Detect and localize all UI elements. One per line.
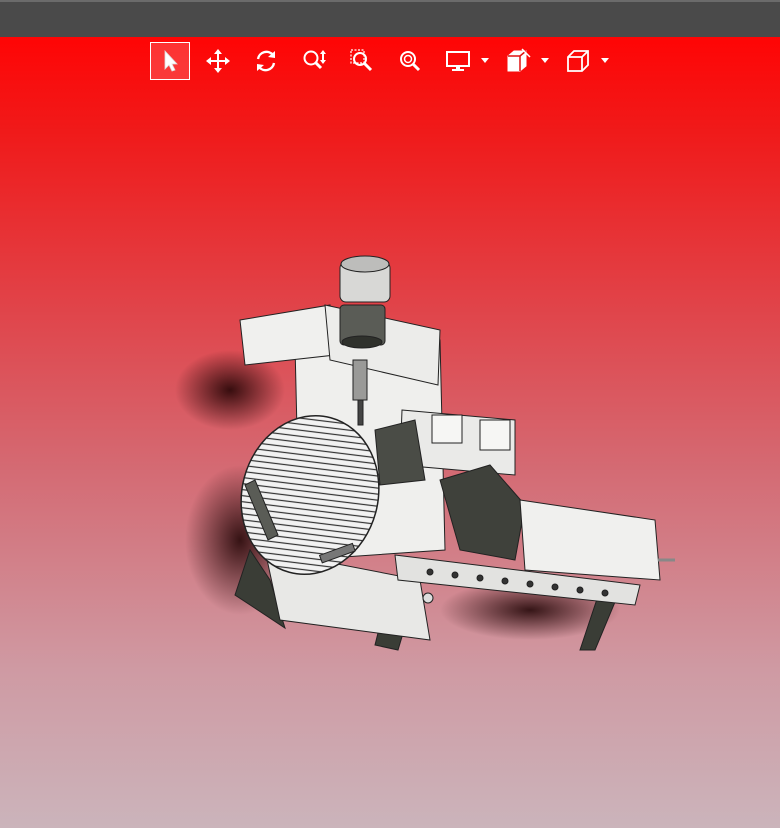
zoom-window-tool-button[interactable] bbox=[342, 42, 382, 80]
cube-icon bbox=[567, 50, 589, 72]
window-titlebar bbox=[0, 0, 780, 37]
section-view-dropdown-icon[interactable] bbox=[540, 56, 550, 66]
four-way-arrows-icon bbox=[206, 49, 230, 73]
zoom-fit-tool-button[interactable] bbox=[390, 42, 430, 80]
display-style-menu[interactable] bbox=[438, 42, 490, 80]
view-orientation-menu[interactable] bbox=[558, 42, 610, 80]
rotate-tool-button[interactable] bbox=[246, 42, 286, 80]
machine-body bbox=[234, 255, 675, 651]
monitor-icon bbox=[446, 51, 470, 71]
section-box-icon bbox=[507, 48, 531, 72]
view-orientation-button[interactable] bbox=[558, 42, 598, 80]
zoom-fit-icon bbox=[400, 51, 421, 72]
section-view-button[interactable] bbox=[498, 42, 538, 80]
rotate-arrows-icon bbox=[256, 50, 276, 72]
cursor-arrow-icon bbox=[164, 49, 178, 72]
select-tool-button[interactable] bbox=[150, 42, 190, 80]
display-style-button[interactable] bbox=[438, 42, 478, 80]
view-orientation-dropdown-icon[interactable] bbox=[600, 56, 610, 66]
pan-tool-button[interactable] bbox=[198, 42, 238, 80]
section-view-menu[interactable] bbox=[498, 42, 550, 80]
cnc-machine-model[interactable] bbox=[170, 250, 690, 660]
display-style-dropdown-icon[interactable] bbox=[480, 56, 490, 66]
zoom-vertical-icon bbox=[303, 50, 326, 70]
zoom-tool-button[interactable] bbox=[294, 42, 334, 80]
zoom-window-icon bbox=[350, 49, 373, 72]
view-toolbar bbox=[150, 41, 618, 81]
